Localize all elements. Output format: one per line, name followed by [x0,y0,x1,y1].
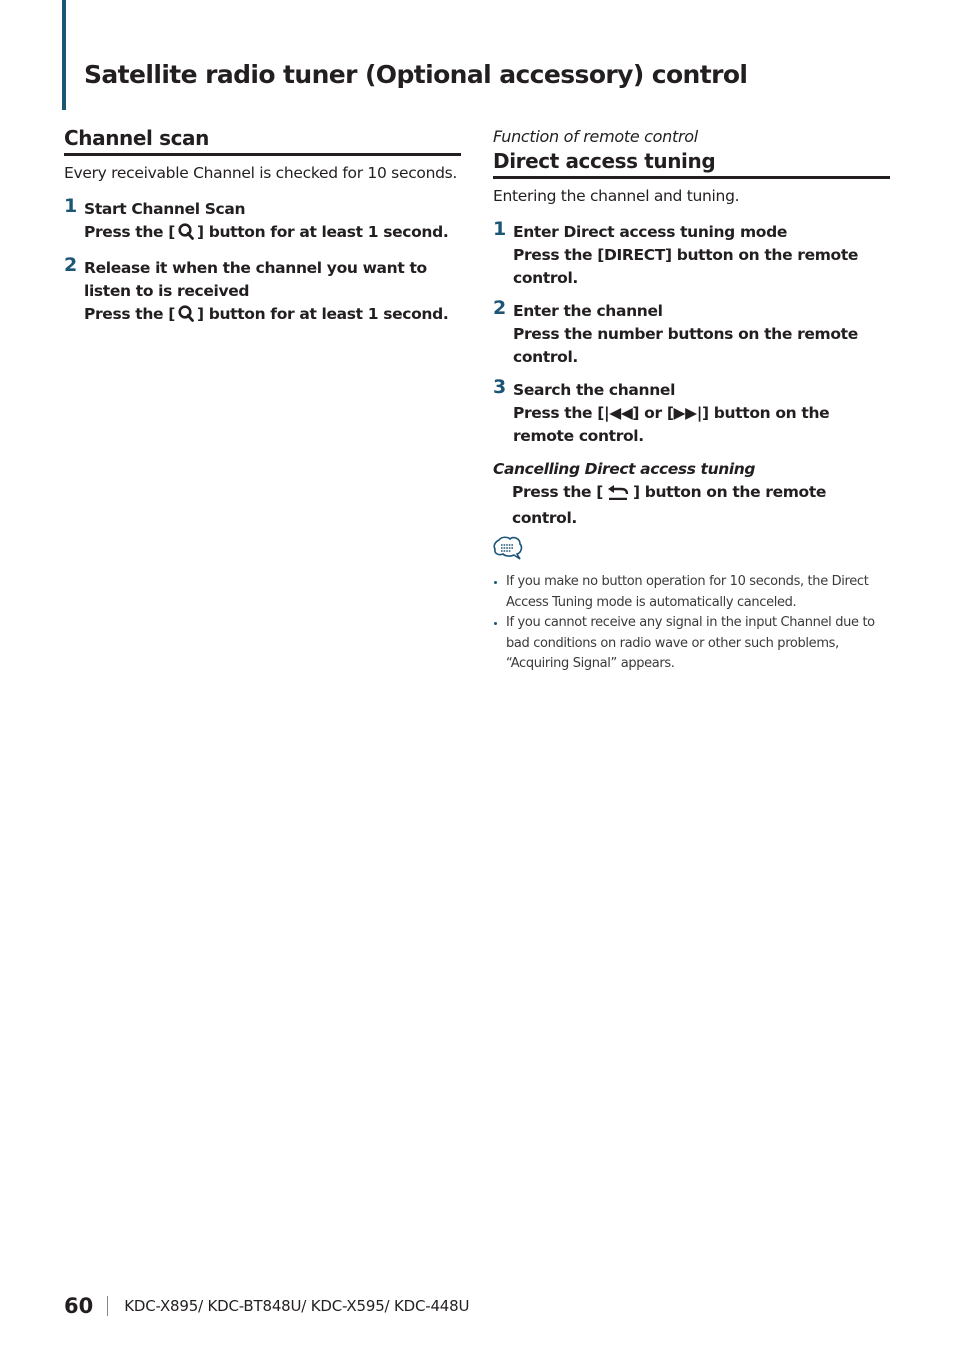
direct-access-lead: Entering the channel and tuning. [493,187,740,205]
search-icon [178,223,194,247]
note-item: If you make no button operation for 10 s… [493,572,890,613]
step-title: Enter the channel [513,302,663,320]
channel-scan-heading: Channel scan [64,124,461,156]
step-title: Release it when the channel you want to … [84,259,427,300]
step-item: 2 Release it when the channel you want t… [64,254,461,329]
return-icon [606,484,630,507]
step-title: Enter Direct access tuning mode [513,223,787,241]
step-item: 1 Start Channel Scan Press the [ ] button… [64,195,461,247]
cancel-body: Press the [] button on the remote contro… [512,481,890,530]
note-speech-bubble-icon [493,536,890,568]
step-item: 3 Search the channel Press the [|◀◀] or … [493,376,890,448]
title-accent-bar [62,0,66,110]
step-number: 1 [493,218,507,240]
cancel-body-prefix: Press the [ [512,483,603,501]
channel-scan-lead: Every receivable Channel is checked for … [64,164,458,182]
step-body-prefix: Press the [ [84,305,175,323]
notes-list: If you make no button operation for 10 s… [493,572,890,675]
page-title: Satellite radio tuner (Optional accessor… [84,60,748,89]
page-footer: 60 KDC-X895/ KDC-BT848U/ KDC-X595/ KDC-4… [64,1294,469,1318]
channel-scan-section: Channel scan Every receivable Channel is… [64,124,461,339]
step-title: Search the channel [513,381,676,399]
direct-access-section: Function of remote control Direct access… [493,127,890,675]
direct-access-heading: Direct access tuning [493,147,890,179]
step-item: 2 Enter the channel Press the number but… [493,297,890,369]
step-number: 1 [64,195,78,217]
footer-divider [107,1296,109,1316]
step-body: Press the [ ] button for at least 1 secon… [84,303,461,329]
step-body: Press the [ ] button for at least 1 secon… [84,221,461,247]
step-body-suffix: ] button for at least 1 second. [196,223,449,241]
step-item: 1 Enter Direct access tuning mode Press … [493,218,890,290]
page-number: 60 [64,1294,94,1318]
note-item: If you cannot receive any signal in the … [493,613,890,675]
step-title: Start Channel Scan [84,200,246,218]
cancel-heading: Cancelling Direct access tuning [493,460,756,478]
step-body: Press the [DIRECT] button on the remote … [513,246,859,287]
step-body: Press the [|◀◀] or [▶▶|] button on the r… [513,404,830,445]
step-number: 3 [493,376,507,398]
step-body-prefix: Press the [ [84,223,175,241]
section-kicker: Function of remote control [493,127,698,146]
step-number: 2 [493,297,507,319]
model-list: KDC-X895/ KDC-BT848U/ KDC-X595/ KDC-448U [124,1297,470,1315]
step-number: 2 [64,254,78,276]
search-icon [178,305,194,329]
channel-scan-steps: 1 Start Channel Scan Press the [ ] button… [64,195,461,329]
step-body-suffix: ] button for at least 1 second. [196,305,449,323]
step-body: Press the number buttons on the remote c… [513,325,858,366]
direct-access-steps: 1 Enter Direct access tuning mode Press … [493,218,890,448]
